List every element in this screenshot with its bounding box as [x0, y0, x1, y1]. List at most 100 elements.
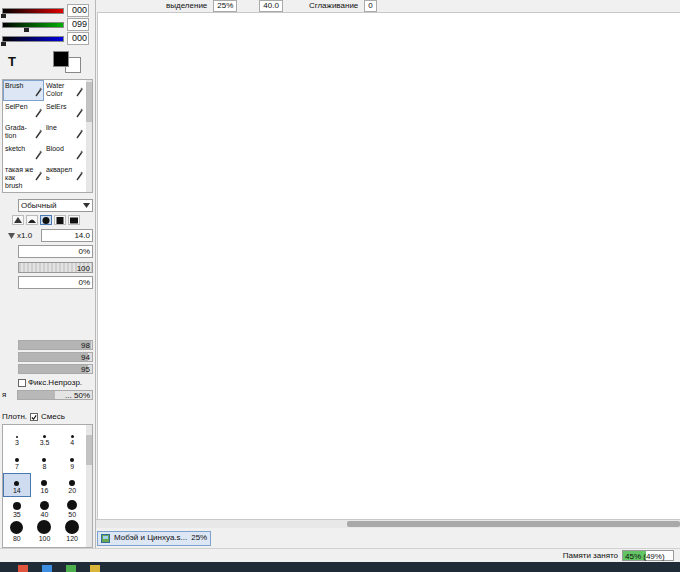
brush-slider[interactable]: 98: [18, 340, 93, 350]
brush-size[interactable]: 16: [31, 473, 59, 497]
checkbox[interactable]: [18, 379, 26, 387]
color-sliders: 000099000: [2, 0, 93, 44]
tool-label: Grada-tion: [5, 124, 34, 140]
color-value[interactable]: 000: [67, 32, 89, 45]
brush-dot-icon: [41, 480, 47, 486]
taskbar-app-icon[interactable]: [66, 565, 76, 572]
tool-item[interactable]: Brush: [3, 80, 44, 101]
size-multiplier[interactable]: x1.0: [17, 231, 39, 241]
brush-size[interactable]: 4: [58, 425, 86, 449]
brush-slider[interactable]: 94: [18, 352, 93, 362]
horizontal-scrollbar[interactable]: [96, 519, 680, 528]
density-bar[interactable]: 100: [18, 262, 93, 273]
texture-field[interactable]: 0%: [18, 276, 93, 289]
color-value[interactable]: 099: [67, 18, 89, 31]
size-field[interactable]: 14.0: [41, 229, 93, 242]
tool-item[interactable]: такая же как brush: [3, 164, 44, 192]
brush-size[interactable]: 14: [3, 473, 31, 497]
blend-mode-dropdown[interactable]: Обычный: [18, 199, 93, 212]
brush-size[interactable]: 9: [58, 449, 86, 473]
color-slider[interactable]: 099: [2, 19, 93, 30]
brush-slider-fill: [19, 365, 88, 373]
brush-size[interactable]: 40: [31, 497, 59, 521]
tool-item[interactable]: SelPen: [3, 101, 44, 122]
color-slider-handle[interactable]: [1, 42, 6, 46]
color-slider[interactable]: 000: [2, 33, 93, 44]
brush-size-label: 3: [15, 439, 19, 447]
brush-size[interactable]: 20: [58, 473, 86, 497]
brush-dot-icon: [15, 458, 19, 462]
tool-scrollbar[interactable]: [86, 80, 92, 192]
tool-item[interactable]: SelErs: [44, 101, 85, 122]
blending-slider[interactable]: ... 50%: [17, 390, 93, 400]
brush-size-label: 40: [41, 511, 49, 519]
color-slider[interactable]: 000: [2, 5, 93, 16]
scrollbar-thumb[interactable]: [347, 521, 680, 527]
brush-icon: [76, 171, 83, 181]
brush-slider[interactable]: 95: [18, 364, 93, 374]
brush-size[interactable]: 35: [3, 497, 31, 521]
brush-shape[interactable]: [68, 215, 80, 225]
brush-size[interactable]: 120: [58, 521, 86, 545]
density-value: 100: [19, 263, 92, 274]
brush-size[interactable]: 8: [31, 449, 59, 473]
brush-size[interactable]: 3: [3, 425, 31, 449]
color-swatch-row: T: [2, 48, 93, 76]
size-arrow-icon: [8, 233, 15, 239]
color-slider-handle[interactable]: [1, 14, 6, 18]
tool-label: Blood: [46, 145, 75, 153]
brush-icon: [76, 150, 83, 160]
angle-field[interactable]: 40.0: [259, 0, 283, 12]
tool-label: такая же как brush: [5, 166, 34, 190]
brush-shape[interactable]: [12, 215, 24, 225]
tool-item[interactable]: sketch: [3, 143, 44, 164]
checkbox[interactable]: [30, 413, 38, 421]
brush-dot-icon: [40, 501, 49, 510]
brush-size-label: 14: [13, 487, 21, 495]
taskbar-app-icon[interactable]: [18, 565, 28, 572]
tool-scrollbar-thumb[interactable]: [86, 82, 92, 122]
brush-shape[interactable]: [40, 215, 52, 225]
brush-size[interactable]: 7: [3, 449, 31, 473]
zoom-field[interactable]: 25%: [213, 0, 237, 12]
brush-size[interactable]: 50: [58, 497, 86, 521]
tool-item[interactable]: line: [44, 122, 85, 143]
tool-item[interactable]: Water Color: [44, 80, 85, 101]
density-label: Плотн.: [2, 412, 27, 422]
color-slider-handle[interactable]: [24, 28, 29, 32]
tool-item[interactable]: Grada-tion: [3, 122, 44, 143]
document-tab[interactable]: Мобэй и Цинхуа.s...25%: [97, 531, 211, 546]
primary-color[interactable]: [53, 51, 69, 67]
brush-size-label: 9: [70, 463, 74, 471]
tool-item[interactable]: акварель: [44, 164, 85, 192]
preserve-opacity[interactable]: Фикс.Непрозр.: [2, 378, 93, 388]
tool-item[interactable]: Blood: [44, 143, 85, 164]
color-value[interactable]: 000: [67, 4, 89, 17]
min-size-field[interactable]: 0%: [18, 245, 93, 258]
brush-shape[interactable]: [26, 215, 38, 225]
dropdown-arrow-icon: [83, 203, 90, 208]
taskbar-app-icon[interactable]: [42, 565, 52, 572]
brush-shape[interactable]: [54, 215, 66, 225]
brush-sliders: 98 94 95: [2, 340, 93, 374]
brush-dot-icon: [13, 502, 21, 510]
brush-dot-icon: [37, 520, 51, 534]
taskbar-app-icon[interactable]: [90, 565, 100, 572]
brush-size-grid: 3 3.54 78 9 14 1620 35 40 50 80100120: [3, 425, 86, 547]
memory-label: Памяти занято: [563, 551, 618, 561]
brush-size[interactable]: 3.5: [31, 425, 59, 449]
memory-meter: 45% (49%): [622, 550, 674, 561]
brush-icon: [76, 87, 83, 97]
smoothing-field[interactable]: 0: [364, 0, 376, 12]
brush-size-label: 35: [13, 511, 21, 519]
brush-size[interactable]: 100: [31, 521, 59, 545]
brush-size-scrollbar[interactable]: [86, 425, 92, 547]
color-slider-track[interactable]: [2, 36, 64, 42]
canvas[interactable]: [97, 12, 680, 519]
color-slider-track[interactable]: [2, 8, 64, 14]
color-slider-track[interactable]: [2, 22, 64, 28]
brush-size[interactable]: 80: [3, 521, 31, 545]
text-tool[interactable]: T: [2, 55, 16, 69]
brush-size-scrollbar-thumb[interactable]: [86, 435, 92, 465]
tool-list: BrushWater ColorSelPenSelErs Grada-tion li…: [2, 79, 93, 193]
